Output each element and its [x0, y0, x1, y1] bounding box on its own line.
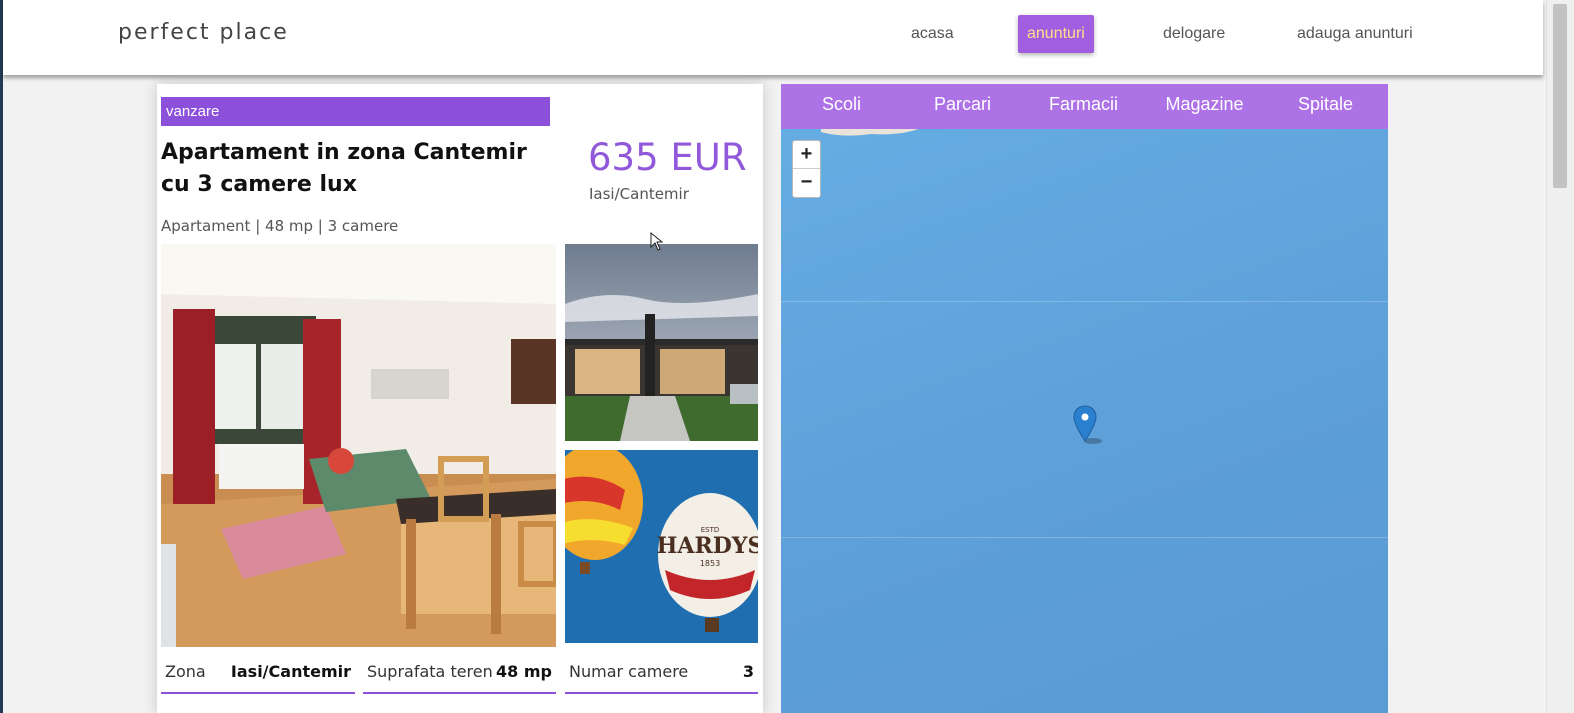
spec-suprafata-label: Suprafata teren: [367, 662, 493, 681]
map-grid-line: [781, 301, 1388, 302]
listing-card: vanzare Apartament in zona Cantemir cu 3…: [157, 84, 763, 713]
map-tab-scoli[interactable]: Scoli: [781, 94, 902, 115]
map-panel[interactable]: Scoli Parcari Farmacii Magazine Spitale …: [781, 84, 1388, 713]
svg-text:ESTD: ESTD: [701, 526, 720, 534]
top-navbar: perfect place acasa anunturi delogare ad…: [3, 0, 1543, 75]
scrollbar-thumb[interactable]: [1553, 4, 1567, 188]
zoom-in-button[interactable]: +: [793, 141, 820, 169]
nav-acasa[interactable]: acasa: [902, 15, 963, 53]
svg-text:HARDYS: HARDYS: [657, 533, 758, 559]
nav-delogare[interactable]: delogare: [1154, 15, 1234, 53]
map-tab-spitale[interactable]: Spitale: [1265, 94, 1386, 115]
map-land-fragment: [821, 128, 921, 136]
listing-type-badge: vanzare: [161, 97, 550, 126]
listing-meta: Apartament | 48 mp | 3 camere: [161, 217, 399, 235]
nav-adauga-anunturi[interactable]: adauga anunturi: [1288, 15, 1422, 53]
zoom-out-button[interactable]: −: [793, 169, 820, 197]
page-scrollbar[interactable]: [1546, 0, 1574, 713]
map-category-tabs: Scoli Parcari Farmacii Magazine Spitale: [781, 84, 1388, 129]
spec-zona-label: Zona: [165, 662, 206, 681]
spec-camere: Numar camere 3: [565, 651, 758, 694]
brand-logo[interactable]: perfect place: [118, 20, 289, 45]
thumbnail-house[interactable]: [565, 244, 758, 441]
spec-camere-value: 3: [742, 662, 754, 681]
svg-text:1853: 1853: [700, 559, 720, 568]
map-marker-icon[interactable]: [1073, 405, 1103, 445]
nav-anunturi[interactable]: anunturi: [1018, 15, 1094, 53]
spec-suprafata: Suprafata teren 48 mp: [363, 651, 556, 694]
listing-title: Apartament in zona Cantemir cu 3 camere …: [161, 140, 527, 197]
map-grid-line: [781, 537, 1388, 538]
spec-suprafata-value: 48 mp: [496, 662, 552, 681]
listing-price: 635 EUR: [588, 136, 747, 179]
main-photo-living-room[interactable]: [161, 244, 556, 647]
thumbnail-balloons[interactable]: HARDYS ESTD 1853: [565, 450, 758, 643]
spec-zona: Zona Iasi/Cantemir: [161, 651, 355, 694]
window-frame: [0, 0, 3, 713]
mouse-cursor-icon: [650, 232, 664, 251]
listing-location: Iasi/Cantemir: [589, 185, 689, 203]
map-tab-farmacii[interactable]: Farmacii: [1023, 94, 1144, 115]
map-tab-parcari[interactable]: Parcari: [902, 94, 1023, 115]
spec-camere-label: Numar camere: [569, 662, 689, 681]
spec-zona-value: Iasi/Cantemir: [230, 662, 351, 681]
map-tab-magazine[interactable]: Magazine: [1144, 94, 1265, 115]
map-zoom-control: + −: [792, 140, 821, 198]
